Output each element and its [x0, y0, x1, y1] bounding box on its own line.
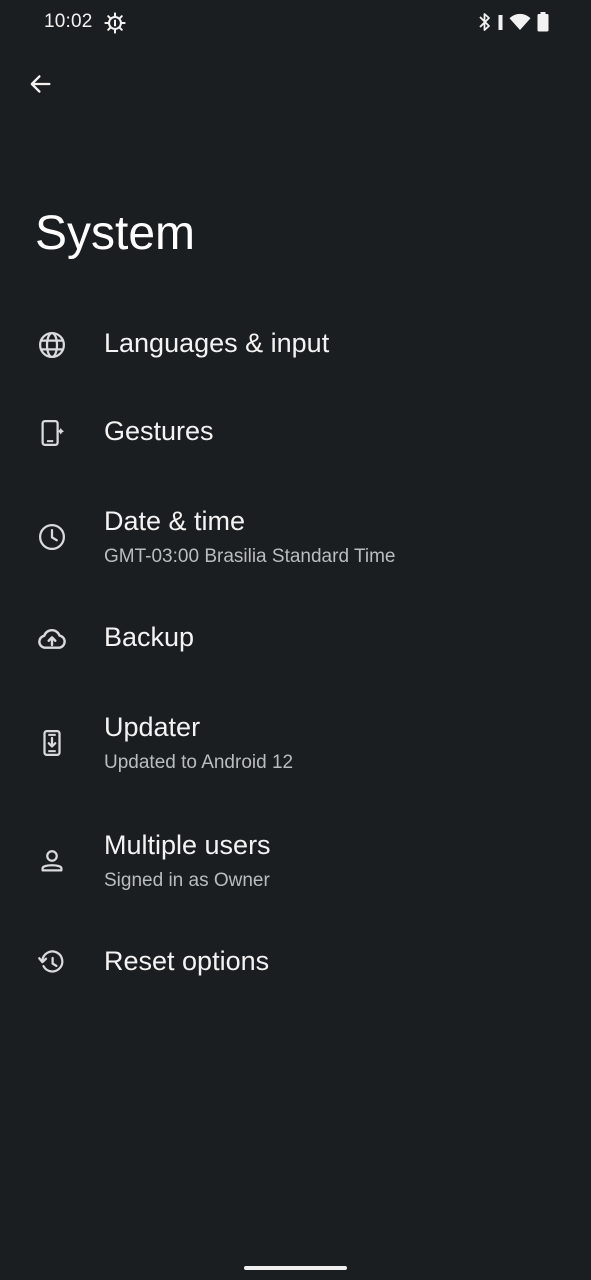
bluetooth-icon [478, 12, 492, 32]
globe-icon [35, 328, 69, 362]
setting-updater[interactable]: Updater Updated to Android 12 [0, 696, 591, 796]
status-icons [478, 12, 549, 32]
setting-reset-options[interactable]: Reset options [0, 924, 591, 1004]
data-saver-icon [104, 12, 126, 34]
setting-languages-input[interactable]: Languages & input [0, 306, 591, 386]
person-icon [35, 844, 69, 878]
setting-title: Backup [104, 622, 195, 652]
setting-subtitle: GMT-03:00 Brasilia Standard Time [104, 546, 396, 567]
setting-title: Multiple users [104, 830, 271, 860]
cloud-upload-icon [35, 622, 69, 656]
setting-subtitle: Signed in as Owner [104, 870, 270, 891]
back-button[interactable] [22, 66, 58, 102]
history-icon [35, 946, 69, 980]
arrow-back-icon [30, 75, 51, 93]
system-update-icon [35, 726, 69, 760]
signal-bar-icon [498, 12, 503, 32]
setting-title: Date & time [104, 506, 246, 536]
setting-title: Updater [104, 712, 201, 742]
status-time: 10:02 [44, 11, 93, 32]
setting-title: Reset options [104, 946, 270, 976]
setting-subtitle: Updated to Android 12 [104, 752, 294, 773]
setting-title: Languages & input [104, 328, 330, 358]
setting-date-time[interactable]: Date & time GMT-03:00 Brasilia Standard … [0, 490, 591, 590]
page-title: System [35, 207, 196, 260]
setting-gestures[interactable]: Gestures [0, 394, 591, 474]
setting-multiple-users[interactable]: Multiple users Signed in as Owner [0, 814, 591, 914]
wifi-icon [509, 13, 531, 31]
setting-backup[interactable]: Backup [0, 600, 591, 680]
gestures-phone-icon [35, 416, 69, 450]
gesture-nav-handle[interactable] [244, 1266, 347, 1270]
battery-icon [537, 12, 549, 32]
setting-title: Gestures [104, 416, 214, 446]
status-bar: 10:02 [0, 0, 591, 44]
clock-icon [35, 520, 69, 554]
